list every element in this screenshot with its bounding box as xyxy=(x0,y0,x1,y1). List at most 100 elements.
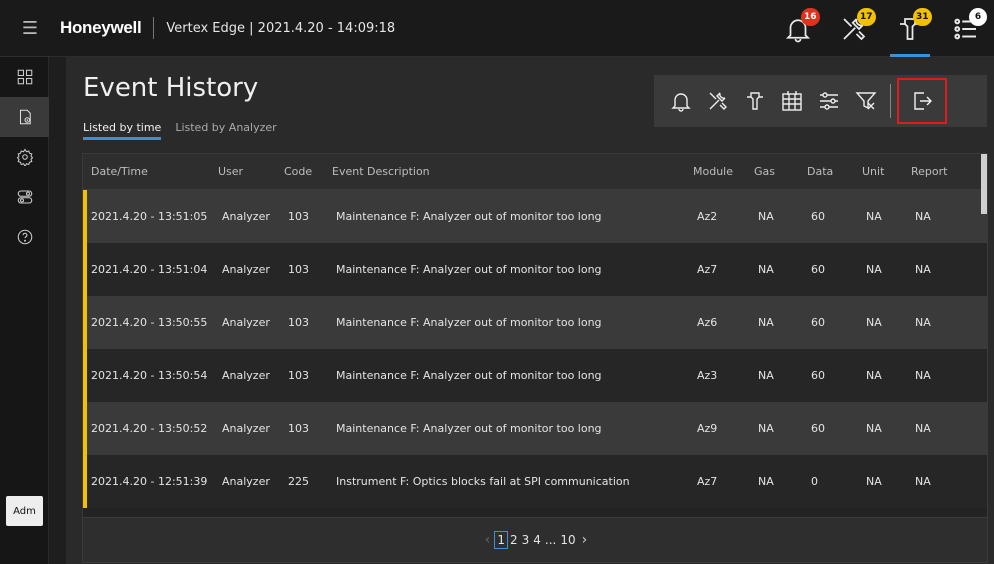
filter-calendar-button[interactable] xyxy=(773,81,810,121)
brand-logo: Honeywell xyxy=(60,18,142,37)
cell-module: Az7 xyxy=(697,263,718,276)
table-scrollbar[interactable] xyxy=(981,154,987,214)
cell-module: Az7 xyxy=(697,475,718,488)
event-count-badge: 6 xyxy=(969,8,987,26)
avatar[interactable]: Adm xyxy=(6,496,43,526)
table-row[interactable]: 2021.4.20 - 13:51:05 Analyzer 103 Mainte… xyxy=(83,190,987,243)
alarm-count-badge: 16 xyxy=(801,8,820,26)
event-history-icon xyxy=(19,109,31,125)
cell-report: NA xyxy=(915,475,931,488)
clear-filter-icon xyxy=(854,92,877,110)
table-row[interactable]: 2021.4.20 - 12:51:39 Analyzer 225 Instru… xyxy=(83,455,987,508)
clear-filter-button[interactable] xyxy=(847,81,884,121)
filter-maintenance-button[interactable] xyxy=(699,81,736,121)
cell-datetime: 2021.4.20 - 13:50:52 xyxy=(91,422,208,435)
filter-settings-icon xyxy=(819,92,838,110)
sidebar: Adm xyxy=(0,57,49,564)
cell-report: NA xyxy=(915,369,931,382)
cell-datetime: 2021.4.20 - 12:51:39 xyxy=(91,475,208,488)
table-row[interactable]: 2021.4.20 - 13:50:54 Analyzer 103 Mainte… xyxy=(83,349,987,402)
column-header-description[interactable]: Event Description xyxy=(328,165,689,178)
view-tabs: Listed by time Listed by Analyzer xyxy=(83,121,277,140)
cell-description: Maintenance F: Analyzer out of monitor t… xyxy=(336,316,602,329)
cell-code: 103 xyxy=(288,210,309,223)
column-header-module[interactable]: Module xyxy=(689,165,750,178)
cell-module: Az3 xyxy=(697,369,718,382)
filter-maintenance-icon xyxy=(709,92,727,110)
page-link[interactable]: 3 xyxy=(520,533,532,547)
event-table: Date/Time User Code Event Description Mo… xyxy=(82,153,988,563)
export-icon xyxy=(914,92,932,110)
page-link-current[interactable]: 1 xyxy=(494,531,508,549)
sidebar-item-help[interactable] xyxy=(0,217,49,257)
maintenance-button[interactable]: 17 xyxy=(826,0,882,57)
settings-icon xyxy=(16,148,33,166)
column-header-data[interactable]: Data xyxy=(803,165,858,178)
cell-gas: NA xyxy=(758,475,774,488)
cell-datetime: 2021.4.20 - 13:51:05 xyxy=(91,210,208,223)
cell-gas: NA xyxy=(758,369,774,382)
cell-description: Maintenance F: Analyzer out of monitor t… xyxy=(336,210,602,223)
filter-calendar-icon xyxy=(781,91,802,111)
cell-data: 60 xyxy=(811,210,825,223)
top-bar: ☰ Honeywell Vertex Edge | 2021.4.20 - 14… xyxy=(0,0,994,57)
table-row[interactable]: 2021.4.20 - 13:51:04 Analyzer 103 Mainte… xyxy=(83,243,987,296)
cell-data: 60 xyxy=(811,422,825,435)
event-list-button[interactable]: 6 xyxy=(938,0,994,57)
filter-instrument-button[interactable] xyxy=(736,81,773,121)
filter-toolbar xyxy=(654,75,987,127)
maintenance-count-badge: 17 xyxy=(857,8,876,26)
cell-gas: NA xyxy=(758,316,774,329)
cell-code: 225 xyxy=(288,475,309,488)
cell-user: Analyzer xyxy=(222,210,270,223)
cell-code: 103 xyxy=(288,263,309,276)
cell-description: Instrument F: Optics blocks fail at SPI … xyxy=(336,475,630,488)
cell-data: 60 xyxy=(811,316,825,329)
cell-module: Az2 xyxy=(697,210,718,223)
sidebar-item-event-history[interactable] xyxy=(0,97,49,137)
cell-description: Maintenance F: Analyzer out of monitor t… xyxy=(336,369,602,382)
sidebar-item-dashboard[interactable] xyxy=(0,57,49,97)
filter-settings-button[interactable] xyxy=(810,81,847,121)
cell-report: NA xyxy=(915,263,931,276)
cell-code: 103 xyxy=(288,316,309,329)
column-header-report[interactable]: Report xyxy=(907,165,967,178)
cell-report: NA xyxy=(915,210,931,223)
page-link[interactable]: 4 xyxy=(531,533,543,547)
filter-alarm-button[interactable] xyxy=(662,81,699,121)
column-header-code[interactable]: Code xyxy=(280,165,328,178)
toolbar-divider xyxy=(890,84,891,118)
page-link[interactable]: 2 xyxy=(508,533,520,547)
cell-description: Maintenance F: Analyzer out of monitor t… xyxy=(336,422,602,435)
column-header-datetime[interactable]: Date/Time xyxy=(83,165,214,178)
sidebar-item-toggle[interactable] xyxy=(0,177,49,217)
export-button[interactable] xyxy=(897,78,947,124)
cell-datetime: 2021.4.20 - 13:51:04 xyxy=(91,263,208,276)
cell-unit: NA xyxy=(866,422,882,435)
table-row[interactable]: 2021.4.20 - 13:50:52 Analyzer 103 Mainte… xyxy=(83,402,987,455)
filter-alarm-icon xyxy=(670,93,691,112)
column-header-gas[interactable]: Gas xyxy=(750,165,803,178)
page-link[interactable]: 10 xyxy=(558,533,577,547)
cell-code: 103 xyxy=(288,422,309,435)
cell-unit: NA xyxy=(866,210,882,223)
cell-datetime: 2021.4.20 - 13:50:54 xyxy=(91,369,208,382)
tab-listed-by-time[interactable]: Listed by time xyxy=(83,121,162,140)
column-header-unit[interactable]: Unit xyxy=(858,165,907,178)
cell-report: NA xyxy=(915,316,931,329)
tab-listed-by-analyzer[interactable]: Listed by Analyzer xyxy=(175,121,276,140)
instrument-button[interactable]: 31 xyxy=(882,0,938,57)
column-header-user[interactable]: User xyxy=(214,165,280,178)
cell-gas: NA xyxy=(758,422,774,435)
alarm-bell-button[interactable]: 16 xyxy=(770,0,826,57)
cell-data: 0 xyxy=(811,475,818,488)
page-ellipsis: ... xyxy=(544,533,557,547)
table-row[interactable]: 2021.4.20 - 13:50:55 Analyzer 103 Mainte… xyxy=(83,296,987,349)
pagination: ‹ 1 2 3 4 ... 10 › xyxy=(83,517,987,562)
prev-page-button[interactable]: ‹ xyxy=(481,532,495,548)
hamburger-icon[interactable]: ☰ xyxy=(0,0,60,57)
sidebar-item-settings[interactable] xyxy=(0,137,49,177)
toggle-icon xyxy=(17,190,32,204)
cell-user: Analyzer xyxy=(222,475,270,488)
next-page-button[interactable]: › xyxy=(578,532,592,548)
